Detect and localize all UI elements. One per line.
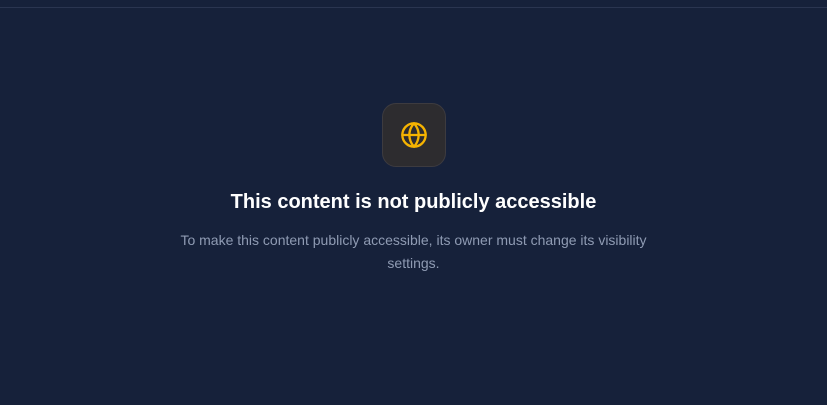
notice-message: To make this content publicly accessible… — [180, 232, 647, 271]
notice-title: This content is not publicly accessible — [230, 191, 597, 213]
globe-icon — [400, 122, 427, 148]
access-notice: This content is not publicly accessible … — [0, 103, 827, 275]
top-divider — [0, 7, 827, 8]
icon-tile — [381, 103, 446, 167]
page: This content is not publicly accessible … — [0, 0, 827, 405]
